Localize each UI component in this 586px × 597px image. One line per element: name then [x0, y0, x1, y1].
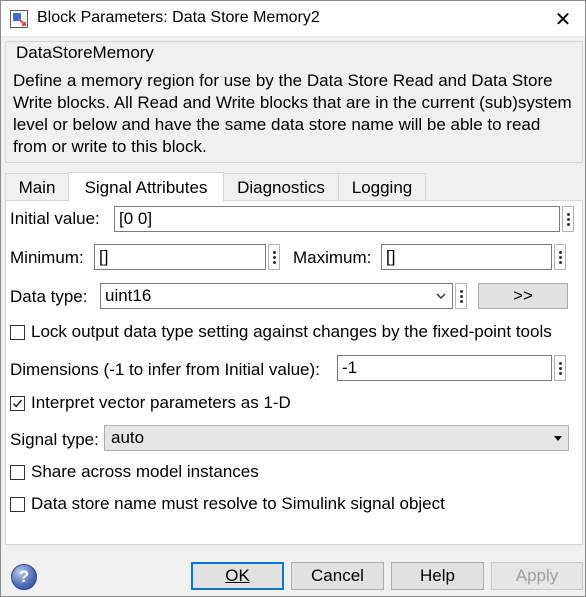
- dimensions-field[interactable]: -1: [337, 355, 552, 381]
- dropdown-arrow-icon: [554, 436, 562, 441]
- resolve-signal-object-checkbox[interactable]: [10, 497, 25, 512]
- block-description: Define a memory region for use by the Da…: [13, 71, 572, 156]
- maximum-menu-icon[interactable]: [554, 244, 566, 270]
- data-type-assistant-button[interactable]: >>: [478, 283, 568, 309]
- initial-value-label: Initial value:: [10, 209, 100, 228]
- minimum-menu-icon[interactable]: [268, 244, 280, 270]
- share-instances-label[interactable]: Share across model instances: [31, 462, 259, 482]
- tab-main-label: Main: [18, 177, 56, 197]
- simulink-block-icon: [10, 10, 28, 28]
- data-type-combobox[interactable]: uint16: [100, 283, 453, 309]
- window-title: Block Parameters: Data Store Memory2: [37, 9, 320, 26]
- signal-type-value: auto: [111, 428, 145, 447]
- help-question-icon[interactable]: ?: [11, 564, 37, 590]
- lock-output-label[interactable]: Lock output data type setting against ch…: [31, 322, 552, 342]
- dimensions-menu-icon[interactable]: [554, 355, 566, 381]
- maximum-label: Maximum:: [293, 248, 372, 267]
- interpret-vector-checkbox[interactable]: [10, 396, 25, 411]
- ok-button-label: OK: [225, 566, 250, 585]
- block-type-name: DataStoreMemory: [14, 43, 156, 63]
- data-type-label: Data type:: [10, 287, 88, 306]
- checkmark-icon: [12, 399, 23, 408]
- ok-button[interactable]: OK: [191, 562, 284, 590]
- maximum-field[interactable]: []: [381, 244, 552, 270]
- minimum-field[interactable]: []: [94, 244, 266, 270]
- interpret-vector-label[interactable]: Interpret vector parameters as 1-D: [31, 393, 291, 413]
- help-button[interactable]: Help: [391, 562, 484, 590]
- share-instances-checkbox[interactable]: [10, 465, 25, 480]
- chevron-down-icon: [436, 293, 446, 299]
- initial-value-menu-icon[interactable]: [562, 206, 574, 232]
- signal-type-label: Signal type:: [10, 430, 99, 449]
- cancel-button-label: Cancel: [311, 566, 364, 585]
- data-type-menu-icon[interactable]: [455, 283, 467, 309]
- tab-diagnostics-label: Diagnostics: [237, 177, 325, 197]
- tab-diagnostics[interactable]: Diagnostics: [223, 173, 339, 201]
- tab-signal-attributes-label: Signal Attributes: [84, 177, 208, 197]
- initial-value-field[interactable]: [0 0]: [114, 206, 560, 232]
- signal-attributes-panel: Initial value: [0 0] Minimum: [] Maximum…: [5, 200, 583, 545]
- resolve-signal-object-label[interactable]: Data store name must resolve to Simulink…: [31, 494, 445, 514]
- tab-logging-label: Logging: [351, 177, 413, 197]
- close-icon[interactable]: ✕: [541, 1, 585, 37]
- help-button-label: Help: [420, 566, 455, 585]
- tab-logging[interactable]: Logging: [338, 173, 426, 201]
- tab-signal-attributes[interactable]: Signal Attributes: [68, 172, 224, 202]
- block-description-group: DataStoreMemory Define a memory region f…: [5, 41, 583, 163]
- tab-main[interactable]: Main: [5, 173, 69, 201]
- dialog-window: Block Parameters: Data Store Memory2 ✕ D…: [0, 0, 586, 597]
- cancel-button[interactable]: Cancel: [291, 562, 384, 590]
- apply-button[interactable]: Apply: [491, 562, 583, 590]
- title-bar[interactable]: Block Parameters: Data Store Memory2 ✕: [1, 1, 585, 37]
- minimum-label: Minimum:: [10, 248, 84, 267]
- apply-button-label: Apply: [515, 566, 559, 585]
- signal-type-dropdown[interactable]: auto: [104, 425, 569, 451]
- data-type-value: uint16: [105, 286, 152, 305]
- lock-output-checkbox[interactable]: [10, 325, 25, 340]
- dimensions-label: Dimensions (-1 to infer from Initial val…: [10, 360, 320, 379]
